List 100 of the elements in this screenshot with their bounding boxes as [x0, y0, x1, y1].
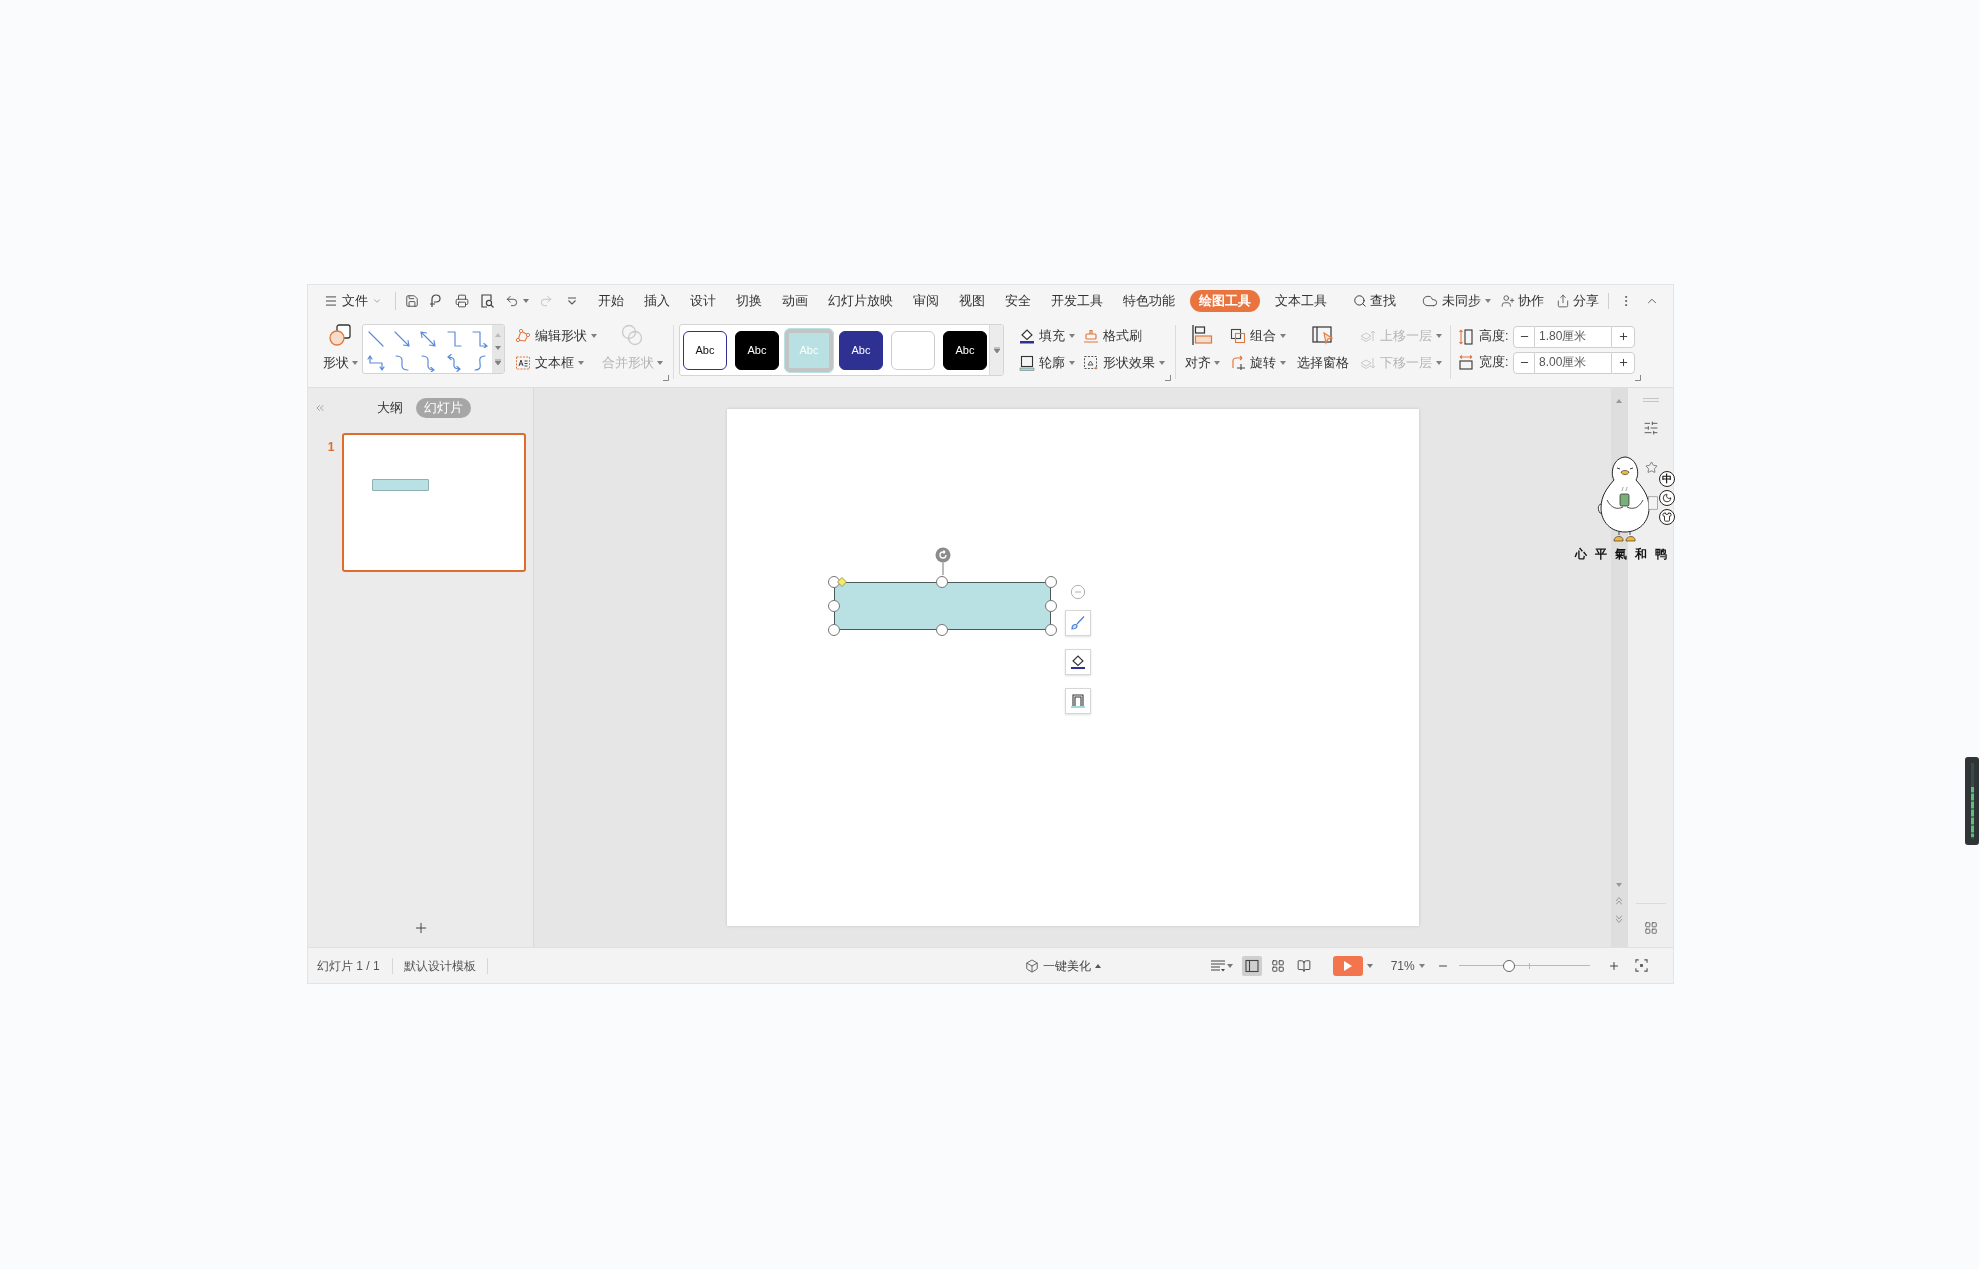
collaborate-button[interactable]: 协作 [1501, 291, 1544, 311]
style-preset[interactable]: Abc [683, 330, 727, 370]
size-label: 高度: [1479, 328, 1510, 346]
style-preset[interactable]: Abc [839, 330, 883, 370]
expand-gallery-icon[interactable] [993, 347, 1000, 353]
save-icon[interactable] [405, 294, 419, 308]
undo-icon[interactable] [505, 294, 519, 308]
arrow-line-icon[interactable] [393, 330, 411, 348]
zoom-level-dropdown[interactable]: 71% [1390, 956, 1425, 975]
rotate-handle[interactable] [934, 547, 951, 575]
menu-tab[interactable]: 文本工具 [1265, 290, 1337, 312]
view-mode-button[interactable] [1241, 955, 1262, 976]
height-icon [1459, 328, 1473, 345]
curved-arrow-connector-icon[interactable] [419, 354, 437, 372]
resize-handle[interactable] [827, 576, 840, 588]
print-preview-icon[interactable] [480, 294, 494, 308]
panel-tab[interactable]: 大纲 [373, 398, 407, 418]
adjust-handle[interactable] [836, 577, 847, 587]
outline-icon [1019, 355, 1035, 371]
fit-window-icon[interactable] [1634, 959, 1648, 972]
elbow-double-arrow-connector-icon[interactable] [367, 354, 385, 372]
zoom-in-icon[interactable] [1607, 959, 1620, 972]
increment-button[interactable] [1611, 351, 1635, 374]
collapse-panel-icon[interactable] [314, 402, 326, 414]
menu-tab[interactable]: 插入 [634, 290, 680, 312]
previous-page-icon[interactable] [1616, 897, 1622, 905]
dialog-launcher-icon[interactable] [663, 375, 669, 381]
rotate-icon [1230, 355, 1246, 371]
rotate-button[interactable]: 旋转 [1230, 353, 1286, 373]
elbow-connector-icon[interactable] [445, 330, 463, 348]
play-button[interactable] [1332, 955, 1363, 976]
increment-button[interactable] [1611, 325, 1635, 348]
file-menu[interactable]: 文件 [320, 289, 386, 313]
height-field[interactable]: 1.80厘米 [1535, 325, 1611, 348]
shape-fill-button[interactable] [1064, 649, 1091, 675]
scroll-up-icon[interactable] [1616, 399, 1622, 403]
caret-icon [351, 361, 358, 365]
thumbnail-shape [372, 479, 429, 491]
customize-toolbar-icon[interactable] [567, 297, 577, 305]
format-painter-button[interactable]: 格式刷 [1083, 326, 1165, 346]
menu-tab[interactable]: 开发工具 [1041, 290, 1113, 312]
curved-double-arrow-connector-icon[interactable] [445, 354, 463, 372]
style-preset[interactable]: Abc [943, 330, 987, 370]
resize-handle[interactable] [827, 600, 840, 612]
outline-button[interactable]: 轮廓 [1019, 353, 1075, 373]
caret-icon [1159, 361, 1165, 365]
text-box-button[interactable]: 文本框 [515, 353, 597, 373]
line-icon[interactable] [367, 330, 385, 348]
menu-tab[interactable]: 动画 [772, 290, 818, 312]
gallery-scrollbar[interactable] [989, 325, 1003, 375]
size-label: 宽度: [1479, 354, 1510, 372]
menu-tab[interactable]: 安全 [995, 290, 1041, 312]
minus-circle-icon[interactable] [1069, 584, 1086, 600]
menu-tab[interactable]: 开始 [588, 290, 634, 312]
search-button[interactable]: 查找 [1353, 291, 1396, 311]
shapes-icon [328, 323, 352, 347]
menu-tab[interactable]: 切换 [726, 290, 772, 312]
shirt-icon [1662, 512, 1672, 522]
resize-handle[interactable] [827, 624, 840, 636]
next-page-icon[interactable] [1616, 915, 1622, 923]
template-name[interactable]: 默认设计模板 [403, 956, 476, 975]
slide-thumbnail[interactable] [342, 433, 526, 572]
style-preset[interactable]: Abc [735, 330, 779, 370]
expand-gallery-icon[interactable] [495, 359, 501, 366]
shapes-button[interactable]: 形状 [321, 317, 359, 387]
elbow-arrow-connector-icon[interactable] [471, 330, 489, 348]
menu-tab[interactable]: 审阅 [903, 290, 949, 312]
curved-connector-icon[interactable] [393, 354, 411, 372]
fill-button[interactable]: 填充 [1019, 326, 1075, 346]
edit-shape-button[interactable]: 编辑形状 [515, 326, 597, 346]
pdf-export-icon[interactable] [428, 294, 442, 308]
double-arrow-line-icon[interactable] [419, 330, 437, 348]
shape-style-button[interactable] [1064, 610, 1091, 636]
shape-outline-button[interactable] [1064, 688, 1091, 714]
menu-tab[interactable]: 设计 [680, 290, 726, 312]
group-button[interactable]: 组合 [1230, 326, 1286, 346]
beautify-button[interactable]: 一键美化 [1024, 956, 1101, 975]
align-button[interactable]: 对齐 [1184, 317, 1220, 387]
shape-effects-button[interactable]: 形状效果 [1083, 353, 1165, 373]
dialog-launcher-icon[interactable] [1635, 375, 1641, 381]
menu-tab[interactable]: 幻灯片放映 [818, 290, 903, 312]
menu-tab[interactable]: 特色功能 [1113, 290, 1185, 312]
gallery-scrollbar[interactable] [492, 325, 504, 373]
selection-pane-button[interactable]: 选择窗格 [1296, 317, 1350, 387]
share-button[interactable]: 分享 [1556, 291, 1599, 311]
sliders-icon[interactable] [1642, 420, 1659, 436]
grid-icon[interactable] [1643, 921, 1658, 935]
dialog-launcher-icon[interactable] [1165, 375, 1171, 381]
notes-icon[interactable] [1210, 959, 1225, 972]
sync-button[interactable]: 未同步 [1422, 291, 1491, 311]
rectangle-shape[interactable] [833, 582, 1051, 630]
zoom-slider-thumb[interactable] [1502, 959, 1515, 972]
print-icon[interactable] [455, 294, 469, 308]
zoom-slider[interactable] [1458, 959, 1590, 972]
width-field[interactable]: 8.00厘米 [1535, 351, 1611, 374]
menu-icon [324, 294, 338, 308]
merge-shapes-icon [620, 323, 644, 347]
plus-icon [1617, 331, 1629, 342]
scroll-down-icon[interactable] [1616, 883, 1622, 887]
menu-tab[interactable]: 视图 [949, 290, 995, 312]
